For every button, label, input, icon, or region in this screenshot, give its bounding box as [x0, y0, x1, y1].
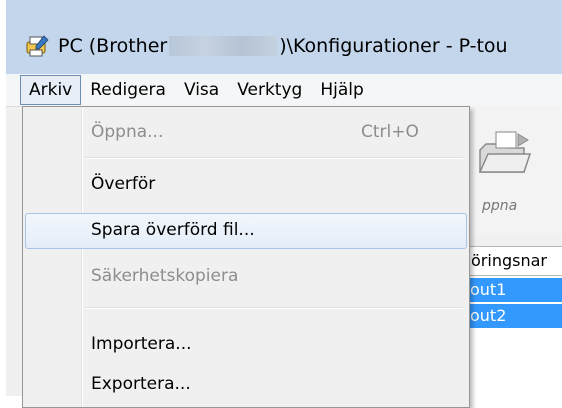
menu-visa[interactable]: Visa [175, 75, 228, 105]
menu-item-open-label: Öppna... [91, 122, 164, 142]
menu-redigera[interactable]: Redigera [81, 75, 175, 105]
list-item[interactable]: out2 [468, 304, 562, 328]
p-touch-app-icon [26, 35, 49, 57]
open-folder-icon[interactable] [474, 124, 534, 184]
menu-bar: Arkiv Redigera Visa Verktyg Hjälp [6, 74, 562, 107]
menu-separator [85, 307, 463, 309]
menu-item-transfer[interactable]: Överför [25, 167, 465, 201]
menu-item-save-transferred-file[interactable]: Spara överförd fil... [25, 213, 467, 249]
window-title-suffix: )\Konfigurationer - P-tou [279, 35, 508, 57]
menu-item-transfer-label: Överför [91, 174, 156, 194]
menu-hjalp[interactable]: Hjälp [311, 75, 372, 105]
window-title: PC (Brother )\Konfigurationer - P-tou [58, 35, 508, 57]
menu-verktyg[interactable]: Verktyg [228, 75, 311, 105]
arkiv-dropdown-menu: Öppna... Ctrl+O Överför Spara överförd f… [22, 106, 470, 408]
toolbar-open-label[interactable]: ppna [482, 198, 517, 214]
window-title-prefix: PC (Brother [58, 35, 168, 57]
menu-arkiv[interactable]: Arkiv [20, 75, 82, 105]
menu-item-save-transferred-file-label: Spara överförd fil... [91, 220, 255, 240]
menu-gutter [81, 107, 83, 407]
menu-separator [85, 157, 463, 159]
menu-item-open[interactable]: Öppna... Ctrl+O [25, 115, 465, 149]
menu-item-open-shortcut: Ctrl+O [361, 122, 419, 142]
menu-item-import-label: Importera... [91, 334, 192, 354]
menu-item-export-label: Exportera... [91, 374, 191, 394]
column-header-name[interactable]: öringsnar [468, 246, 562, 276]
menu-item-import[interactable]: Importera... [25, 327, 465, 361]
menu-item-backup[interactable]: Säkerhetskopiera [25, 259, 465, 293]
menu-item-backup-label: Säkerhetskopiera [91, 266, 239, 286]
redacted-model-name [169, 36, 278, 56]
list-item[interactable]: out1 [468, 278, 562, 302]
